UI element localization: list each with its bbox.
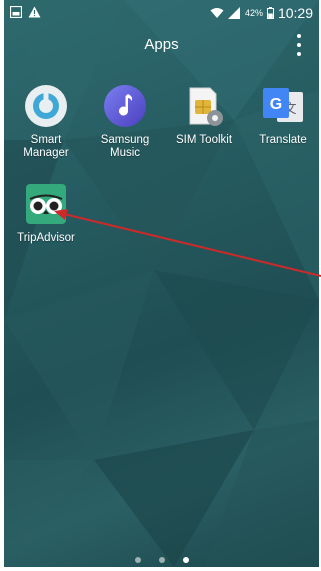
- app-label: Smart: [30, 134, 62, 146]
- warning-icon: [28, 6, 41, 18]
- translate-icon: 文 G: [263, 88, 303, 122]
- app-label: Manager: [23, 147, 69, 159]
- app-label: TripAdvisor: [17, 232, 75, 244]
- app-label: Translate: [259, 134, 307, 146]
- status-bar: 42% 10:29: [4, 0, 319, 26]
- home-screen: 42% 10:29 Apps Smart Manager Samsung Mus…: [4, 0, 319, 567]
- tripadvisor-icon: [26, 184, 66, 224]
- app-sim-toolkit[interactable]: SIM Toolkit: [166, 82, 242, 147]
- page-dot-active[interactable]: [183, 557, 189, 563]
- more-vertical-icon[interactable]: [293, 34, 305, 56]
- svg-text:G: G: [270, 96, 282, 113]
- samsung-music-icon: [104, 85, 146, 127]
- page-dot[interactable]: [135, 557, 141, 563]
- page-title: Apps: [144, 36, 179, 53]
- app-drawer-header: Apps: [4, 30, 319, 60]
- page-dot[interactable]: [159, 557, 165, 563]
- app-label: Music: [109, 147, 141, 159]
- app-smart-manager[interactable]: Smart Manager: [8, 82, 84, 160]
- app-label: SIM Toolkit: [175, 134, 233, 146]
- app-samsung-music[interactable]: Samsung Music: [87, 82, 163, 160]
- clock: 10:29: [277, 5, 313, 21]
- smart-manager-icon: [25, 85, 67, 127]
- battery-icon: [266, 7, 274, 19]
- app-tripadvisor[interactable]: TripAdvisor: [8, 180, 84, 245]
- app-translate[interactable]: 文 G Translate: [245, 82, 319, 147]
- wifi-icon: [210, 8, 224, 18]
- app-label: Samsung: [100, 134, 150, 146]
- battery-percent: 42%: [244, 8, 263, 18]
- signal-icon: [227, 7, 240, 19]
- image-notification-icon: [10, 6, 22, 18]
- page-indicator: [4, 557, 319, 565]
- sim-toolkit-icon: [189, 87, 223, 126]
